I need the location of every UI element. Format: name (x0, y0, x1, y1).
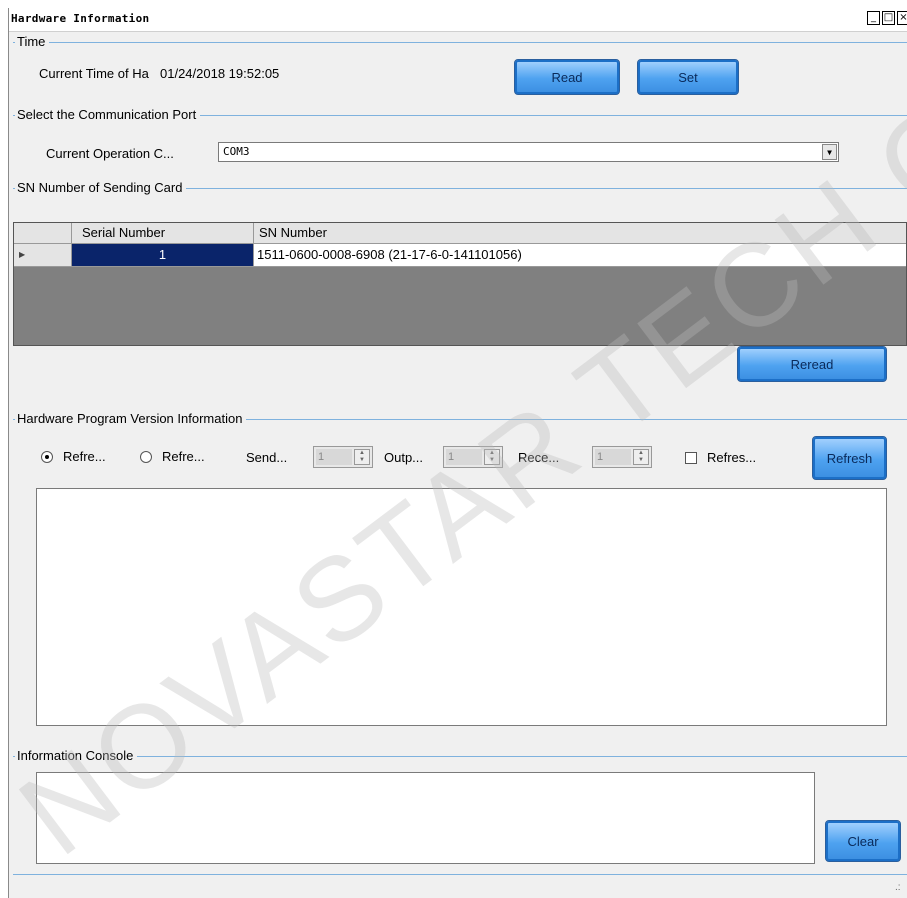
refresh-all-radio-label: Refre... (63, 449, 106, 464)
minimize-button[interactable]: _ (867, 11, 880, 25)
send-spinner-value: 1 (316, 449, 352, 465)
resize-grip-icon[interactable]: .: (895, 882, 901, 893)
spinner-arrows-icon[interactable]: ▲ ▼ (484, 449, 500, 465)
read-button[interactable]: Read (514, 59, 620, 95)
sn-number-cell[interactable]: 1511-0600-0008-6908 (21-17-6-0-141101056… (254, 244, 907, 266)
receive-spinner[interactable]: 1 ▲ ▼ (592, 446, 652, 468)
reread-button-label: Reread (790, 356, 834, 372)
set-button[interactable]: Set (637, 59, 739, 95)
port-group-legend: Select the Communication Port (15, 107, 201, 122)
port-select-value: COM3 (223, 145, 250, 158)
send-label: Send... (246, 450, 288, 465)
current-time-label: Current Time of Ha (39, 66, 149, 81)
receive-label: Rece... (518, 450, 560, 465)
sn-table-header: Serial Number SN Number (14, 223, 906, 244)
maximize-button[interactable]: □ (882, 11, 895, 25)
hardware-version-output[interactable] (36, 488, 887, 726)
port-select[interactable]: COM3 ▼ (218, 142, 839, 162)
output-label: Outp... (384, 450, 424, 465)
row-header-corner (14, 223, 72, 243)
hw-group-legend: Hardware Program Version Information (15, 411, 247, 426)
title-bar[interactable]: Hardware Information _ □ × (9, 8, 907, 32)
refresh-button-label: Refresh (826, 450, 873, 466)
window-controls: _ □ × (865, 11, 907, 25)
reread-button[interactable]: Reread (737, 346, 887, 382)
console-group-bottom-line (13, 874, 907, 875)
refresh-button[interactable]: Refresh (812, 436, 887, 480)
table-row[interactable]: ▶ 1 1511-0600-0008-6908 (21-17-6-0-14110… (14, 244, 906, 267)
clear-button[interactable]: Clear (825, 820, 901, 862)
set-button-label: Set (678, 69, 698, 85)
send-spinner[interactable]: 1 ▲ ▼ (313, 446, 373, 468)
sn-table[interactable]: Serial Number SN Number ▶ 1 1511-0600-00… (13, 222, 907, 346)
refresh-all-radio[interactable] (41, 451, 53, 463)
clear-button-label: Clear (847, 833, 879, 849)
column-header-serial[interactable]: Serial Number (72, 223, 254, 243)
serial-number-cell[interactable]: 1 (72, 244, 254, 266)
close-button[interactable]: × (897, 11, 907, 25)
refresh-checkbox-label: Refres... (707, 450, 757, 465)
window-title: Hardware Information (11, 12, 150, 25)
spinner-arrows-icon[interactable]: ▲ ▼ (633, 449, 649, 465)
column-header-sn[interactable]: SN Number (254, 223, 907, 243)
console-group-legend: Information Console (15, 748, 138, 763)
refresh-checkbox[interactable] (685, 452, 697, 464)
sn-group-legend: SN Number of Sending Card (15, 180, 187, 195)
time-group-legend: Time (15, 34, 50, 49)
spinner-arrows-icon[interactable]: ▲ ▼ (354, 449, 370, 465)
receive-spinner-value: 1 (595, 449, 631, 465)
chevron-down-icon[interactable]: ▼ (822, 144, 837, 160)
read-button-label: Read (551, 69, 583, 85)
refresh-selected-radio-label: Refre... (162, 449, 205, 464)
output-spinner[interactable]: 1 ▲ ▼ (443, 446, 503, 468)
operation-port-label: Current Operation C... (46, 146, 174, 161)
output-spinner-value: 1 (446, 449, 482, 465)
current-time-value: 01/24/2018 19:52:05 (160, 66, 280, 81)
refresh-selected-radio[interactable] (140, 451, 152, 463)
information-console-output[interactable] (36, 772, 815, 864)
row-selector-arrow-icon[interactable]: ▶ (14, 244, 72, 266)
